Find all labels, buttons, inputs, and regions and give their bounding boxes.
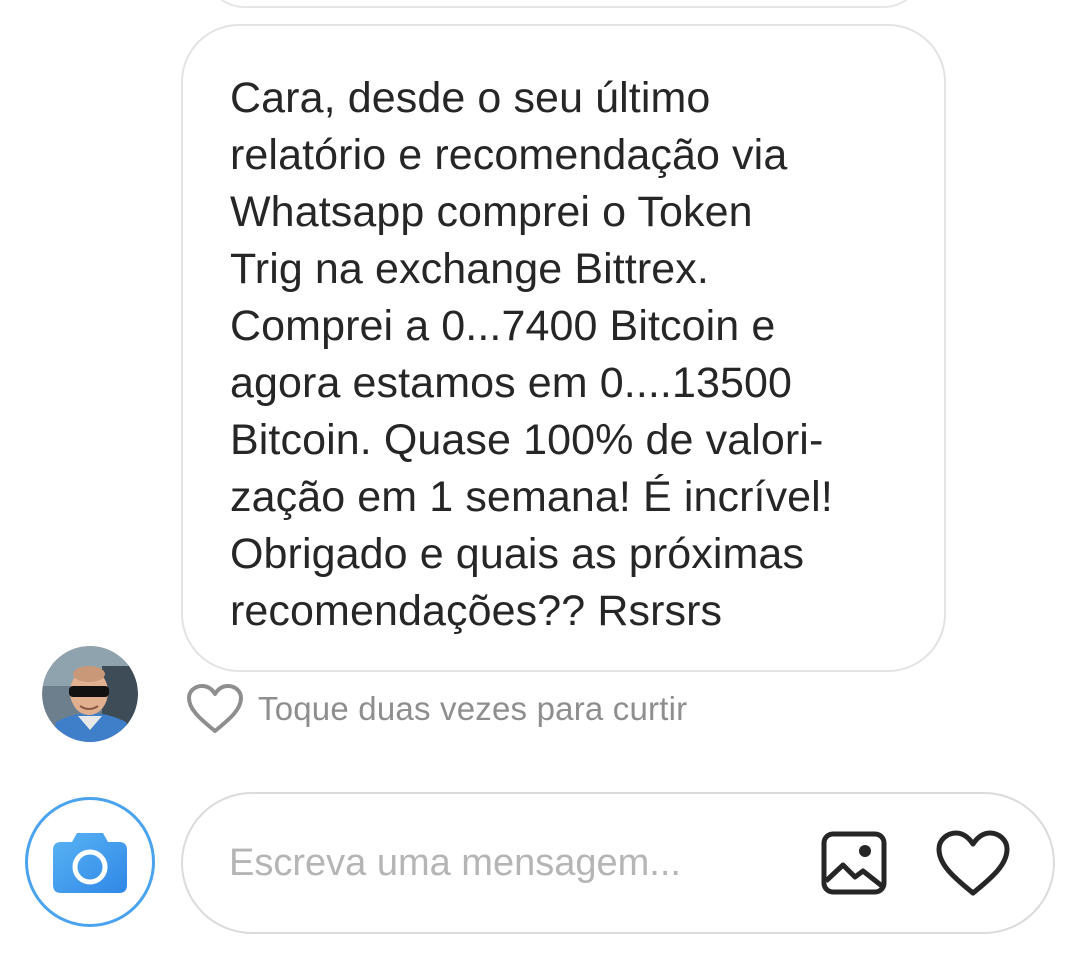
camera-button[interactable] xyxy=(25,797,155,927)
previous-message-bubble xyxy=(205,0,923,8)
heart-icon xyxy=(936,830,1010,896)
message-composer xyxy=(181,792,1055,934)
double-tap-like-hint[interactable]: Toque duas vezes para curtir xyxy=(186,683,687,735)
sender-avatar[interactable] xyxy=(42,646,138,742)
message-text: Cara, desde o seu último relatório e rec… xyxy=(230,74,833,635)
camera-icon xyxy=(53,833,127,893)
message-input[interactable] xyxy=(229,832,789,894)
like-hint-label: Toque duas vezes para curtir xyxy=(258,690,688,727)
gallery-button[interactable] xyxy=(819,828,889,898)
user-avatar-icon xyxy=(42,646,138,742)
image-icon xyxy=(821,831,887,895)
direct-message-screen: Cara, desde o seu último relatório e rec… xyxy=(0,0,1080,957)
heart-button[interactable] xyxy=(935,828,1011,900)
message-bubble[interactable]: Cara, desde o seu último relatório e rec… xyxy=(181,24,946,672)
heart-outline-icon xyxy=(187,684,243,733)
